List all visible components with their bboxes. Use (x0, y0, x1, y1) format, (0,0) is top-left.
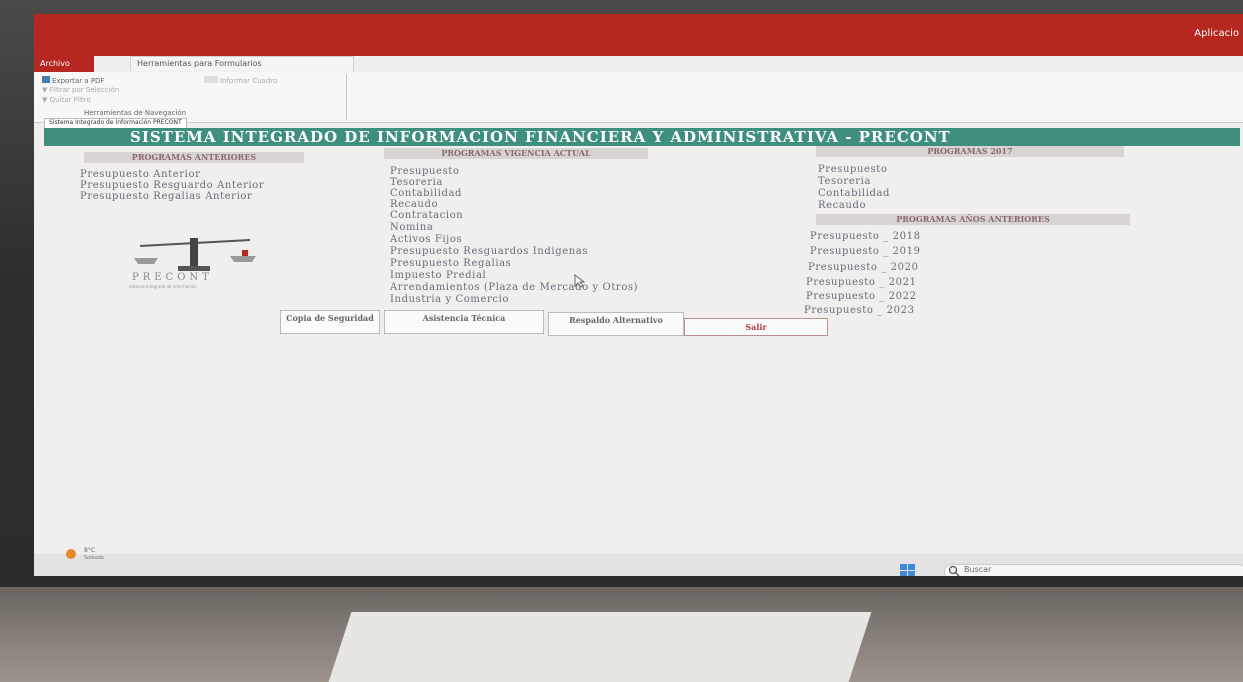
link-presupuesto-2022[interactable]: Presupuesto _ 2022 (806, 291, 917, 302)
link-presupuesto-resguardo-anterior[interactable]: Presupuesto Resguardo Anterior (80, 180, 264, 191)
filter-icon: ▼ (42, 86, 50, 94)
asistencia-tecnica-button[interactable]: Asistencia Técnica (384, 310, 544, 334)
section-2017-title: PROGRAMAS 2017 (816, 146, 1124, 157)
table-icon (204, 76, 218, 83)
search-icon (948, 565, 960, 576)
filter-selection-button[interactable]: ▼ Filtrar por Selección (42, 86, 119, 94)
link-presupuesto-regalias[interactable]: Presupuesto Regalias (390, 258, 511, 269)
link-presupuesto-regalias-anterior[interactable]: Presupuesto Regalias Anterior (80, 191, 252, 202)
link-impuesto-predial[interactable]: Impuesto Predial (390, 270, 486, 281)
tab-herramientas-formularios[interactable]: Herramientas para Formularios (130, 56, 354, 71)
export-pdf-label: Exportar a PDF (52, 77, 105, 85)
link-presupuesto-2018[interactable]: Presupuesto _ 2018 (810, 231, 921, 242)
link-contratacion[interactable]: Contratacion (390, 210, 463, 221)
precont-scale-logo-icon (134, 238, 256, 271)
export-pdf-button[interactable]: Exportar a PDF (42, 76, 104, 85)
section-anios-anteriores-title: PROGRAMAS AÑOS ANTERIORES (816, 214, 1130, 225)
weather-sun-icon[interactable] (66, 549, 76, 559)
app-title: Aplicacio (1194, 28, 1239, 39)
section-anteriores-title: PROGRAMAS ANTERIORES (84, 152, 304, 163)
ribbon-titlebar: Aplicacio (34, 14, 1243, 56)
filter-clear-icon: ▼ (42, 96, 50, 104)
pdf-icon (42, 76, 50, 83)
logo-text: PRECONT (132, 272, 213, 283)
link-2017-tesoreria[interactable]: Tesoreria (818, 176, 871, 187)
screen: Aplicacio Archivo Herramientas para Form… (34, 14, 1243, 576)
filter-selection-label: Filtrar por Selección (49, 86, 120, 94)
link-presupuesto-2023[interactable]: Presupuesto _ 2023 (804, 305, 915, 316)
windows-start-icon[interactable] (900, 564, 916, 576)
link-recaudo[interactable]: Recaudo (390, 199, 438, 210)
link-presupuesto-anterior[interactable]: Presupuesto Anterior (80, 169, 201, 180)
salir-button[interactable]: Salir (684, 318, 828, 336)
logo-subtitle: sistema integrado de información (129, 284, 197, 289)
link-presupuesto-2019[interactable]: Presupuesto _ 2019 (810, 246, 921, 257)
informar-button[interactable]: Informar Cuadro (204, 76, 277, 85)
link-nomina[interactable]: Nomina (390, 222, 433, 233)
ribbon-group-label: Herramientas de Navegación (84, 109, 187, 117)
link-activos-fijos[interactable]: Activos Fijos (390, 234, 462, 245)
remove-filter-button[interactable]: ▼ Quitar Filtro (42, 96, 91, 104)
link-2017-contabilidad[interactable]: Contabilidad (818, 188, 890, 199)
remove-filter-label: Quitar Filtro (49, 96, 91, 104)
weather-description: Soleado (84, 555, 104, 561)
link-tesoreria[interactable]: Tesoreria (390, 177, 443, 188)
paper-sheet (328, 612, 872, 682)
link-presupuesto-2021[interactable]: Presupuesto _ 2021 (806, 277, 917, 288)
weather-temperature: 8°C (84, 547, 96, 554)
link-presupuesto-2020[interactable]: Presupuesto _ 2020 (808, 262, 919, 273)
section-vigencia-title: PROGRAMAS VIGENCIA ACTUAL (384, 148, 648, 159)
tab-archivo[interactable]: Archivo (34, 56, 94, 72)
ribbon-separator (346, 74, 347, 120)
link-2017-presupuesto[interactable]: Presupuesto (818, 164, 888, 175)
link-2017-recaudo[interactable]: Recaudo (818, 200, 866, 211)
link-industria-comercio[interactable]: Industria y Comercio (390, 294, 509, 305)
mouse-cursor-icon (574, 274, 586, 288)
taskbar-search-label: Buscar (964, 565, 992, 574)
copia-seguridad-button[interactable]: Copia de Seguridad (280, 310, 380, 334)
informar-label: Informar Cuadro (220, 77, 278, 85)
link-arrendamientos[interactable]: Arrendamientos (Plaza de Mercado y Otros… (390, 282, 638, 293)
link-presupuesto[interactable]: Presupuesto (390, 166, 460, 177)
page-title: SISTEMA INTEGRADO DE INFORMACION FINANCI… (44, 128, 1240, 146)
respaldo-alternativo-button[interactable]: Respaldo Alternativo (548, 312, 684, 336)
link-presupuesto-resguardos-indigenas[interactable]: Presupuesto Resguardos Indigenas (390, 246, 588, 257)
link-contabilidad[interactable]: Contabilidad (390, 188, 462, 199)
